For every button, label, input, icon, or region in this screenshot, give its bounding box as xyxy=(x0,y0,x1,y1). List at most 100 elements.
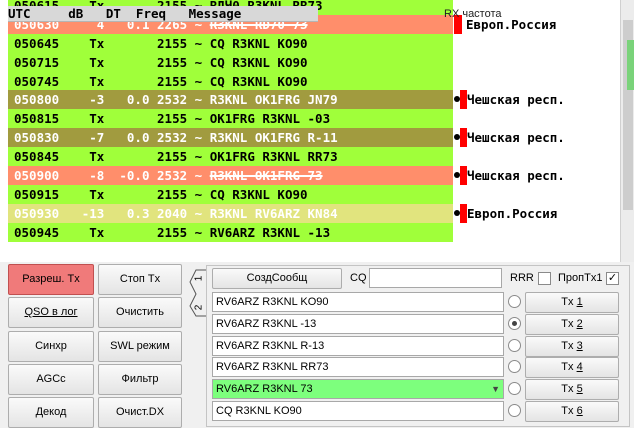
decode-db: Tx xyxy=(81,35,105,51)
tx4-button[interactable]: Tx 4 xyxy=(525,357,619,378)
tx4-radio[interactable] xyxy=(508,360,521,373)
tx-message-text: RV6ARZ R3KNL -13 xyxy=(216,318,317,330)
decode-db: Tx xyxy=(81,186,105,202)
decode-button[interactable]: Декод xyxy=(8,397,94,428)
tx5-message-field[interactable]: RV6ARZ R3KNL 73 ▼ xyxy=(212,379,504,399)
decode-list[interactable]: 050615 Tx 2155 ~ RДЧ0 R3KNL RR73050630 4… xyxy=(8,0,620,242)
rrr-checkbox[interactable] xyxy=(538,272,551,285)
decode-row[interactable]: 050645 Tx 2155 ~ CQ R3KNL KO90 xyxy=(8,33,620,53)
tx-button-label: Tx xyxy=(561,383,577,395)
tx-message-text: RV6ARZ R3KNL RR73 xyxy=(216,361,329,373)
tab-2[interactable]: 2 xyxy=(193,305,204,311)
tx3-button[interactable]: Tx 3 xyxy=(525,336,619,357)
decode-row[interactable]: 050945 Tx 2155 ~ RV6ARZ R3KNL -13 xyxy=(8,222,620,242)
tx4-message-field[interactable]: RV6ARZ R3KNL RR73 xyxy=(212,357,504,377)
tx-message-text: RV6ARZ R3KNL 73 xyxy=(216,383,313,395)
decode-message: CQ R3KNL KO90 xyxy=(209,54,308,70)
tx5-radio[interactable] xyxy=(508,382,521,395)
tx-message-text: RV6ARZ R3KNL KO90 xyxy=(216,296,329,308)
decode-dt: 0.0 xyxy=(119,92,150,108)
decode-text: 050945 Tx 2155 ~ RV6ARZ R3KNL -13 xyxy=(8,222,453,242)
tx3-radio[interactable] xyxy=(508,339,521,352)
decode-dt xyxy=(119,149,149,164)
tx2-button[interactable]: Tx 2 xyxy=(525,314,619,335)
tx2-message-field[interactable]: RV6ARZ R3KNL -13 xyxy=(212,314,504,334)
decode-fields: 050900 xyxy=(14,168,60,184)
dropdown-arrow-icon[interactable]: ▼ xyxy=(491,380,500,398)
decode-row[interactable]: 050930 -13 0.3 2040 ~ R3KNL RV6ARZ KN84 Е… xyxy=(8,203,620,223)
cq-input[interactable] xyxy=(369,268,502,288)
tx-button-label: Tx xyxy=(561,318,577,330)
decode-fields: 050915 xyxy=(14,186,60,202)
country-label: Чешская респ. xyxy=(467,168,565,184)
stop-tx-button[interactable]: Стоп Tx xyxy=(98,264,182,295)
generate-messages-button[interactable]: СоздСообщ xyxy=(212,268,342,289)
decode-db: -8 xyxy=(81,168,105,184)
country-label: Европ.Россия xyxy=(467,205,558,221)
decode-dt xyxy=(119,55,149,70)
filter-button[interactable]: Фильтр xyxy=(98,364,182,395)
new-country-flag xyxy=(460,203,467,223)
decode-fields: 050830 xyxy=(14,130,60,146)
decode-row[interactable]: 050715 Tx 2155 ~ CQ R3KNL KO90 xyxy=(8,52,620,72)
decode-row[interactable]: 050915 Tx 2155 ~ CQ R3KNL KO90 xyxy=(8,184,620,204)
tx5-button[interactable]: Tx 5 xyxy=(525,379,619,400)
tx-button-label: Tx xyxy=(561,340,577,352)
tx3-message-field[interactable]: RV6ARZ R3KNL R-13 xyxy=(212,336,504,356)
decode-message: CQ R3KNL KO90 xyxy=(209,186,308,202)
tx6-message-field[interactable]: CQ R3KNL KO90 xyxy=(212,401,504,421)
decode-freq: 2155 xyxy=(157,149,188,165)
rrr-label: RRR xyxy=(510,272,534,284)
decode-text: 050915 Tx 2155 ~ CQ R3KNL KO90 xyxy=(8,184,453,204)
decode-dt: 0.3 xyxy=(119,205,150,221)
decode-freq: 2155 xyxy=(157,73,188,89)
decode-row[interactable]: 050815 Tx 2155 ~ OK1FRG R3KNL -03 xyxy=(8,109,620,129)
tx1-radio[interactable] xyxy=(508,295,521,308)
decode-row[interactable]: 050745 Tx 2155 ~ CQ R3KNL KO90 xyxy=(8,71,620,91)
decode-row[interactable]: 050900 -8 -0.0 2532 ~ R3KNL OK1FRG 73 Чеш… xyxy=(8,166,620,185)
country-label: Чешская респ. xyxy=(467,92,565,108)
enable-tx-button[interactable]: Разреш. Tx xyxy=(8,264,94,295)
new-country-flag xyxy=(460,90,467,110)
tx-button-number: 2 xyxy=(576,318,583,330)
tab-1[interactable]: 1 xyxy=(193,276,204,282)
cq-label: CQ xyxy=(350,272,367,284)
decode-dt xyxy=(119,111,149,126)
skip-tx1-checkbox[interactable]: ✓ xyxy=(606,272,619,285)
decode-message: R3KNL RV6ARZ KN84 xyxy=(209,205,338,221)
decode-text: 050745 Tx 2155 ~ CQ R3KNL KO90 xyxy=(8,71,453,91)
skip-tx1-label: ПропTx1 xyxy=(558,272,603,284)
agc-button[interactable]: AGCc xyxy=(8,364,94,395)
decode-freq: 2155 xyxy=(157,35,188,51)
log-qso-button[interactable]: QSO в лог xyxy=(8,297,94,328)
clear-dx-button[interactable]: Очист.DX xyxy=(98,397,182,428)
decode-text: 050830 -7 0.0 2532 ~ R3KNL OK1FRG R-11 xyxy=(8,128,453,148)
decode-dt xyxy=(119,74,149,89)
sync-button[interactable]: Синхр xyxy=(8,331,94,362)
tx1-message-field[interactable]: RV6ARZ R3KNL KO90 xyxy=(212,292,504,312)
decode-message: R3KNL OK1FRG R-11 xyxy=(209,130,338,146)
decode-freq: 2155 xyxy=(157,224,188,240)
decode-db: Tx xyxy=(81,54,105,70)
erase-button[interactable]: Очистить xyxy=(98,297,182,328)
decode-row[interactable]: 050845 Tx 2155 ~ OK1FRG R3KNL RR73 xyxy=(8,147,620,167)
decode-freq: 2532 xyxy=(157,168,188,184)
decode-freq: 2155 xyxy=(157,186,188,202)
decode-db: -3 xyxy=(81,92,105,108)
decode-fields: 050845 xyxy=(14,149,60,165)
tx6-radio[interactable] xyxy=(508,404,521,417)
tx1-button[interactable]: Tx 1 xyxy=(525,292,619,313)
tx-button-number: 4 xyxy=(576,361,583,373)
decode-text: 050715 Tx 2155 ~ CQ R3KNL KO90 xyxy=(8,52,453,72)
decode-message: CQ R3KNL KO90 xyxy=(209,35,308,51)
tx-button-number: 3 xyxy=(576,340,583,352)
tx-button-label: Tx xyxy=(561,296,577,308)
decode-row[interactable]: 050830 -7 0.0 2532 ~ R3KNL OK1FRG R-11 Че… xyxy=(8,128,620,148)
decode-text: 050930 -13 0.3 2040 ~ R3KNL RV6ARZ KN84 xyxy=(8,203,453,223)
decode-message: OK1FRG R3KNL RR73 xyxy=(209,149,338,165)
tx2-radio[interactable] xyxy=(508,317,521,330)
swl-mode-button[interactable]: SWL режим xyxy=(98,331,182,362)
tx-button-label: Tx xyxy=(561,405,577,417)
tx6-button[interactable]: Tx 6 xyxy=(525,401,619,422)
decode-row[interactable]: 050800 -3 0.0 2532 ~ R3KNL OK1FRG JN79 Че… xyxy=(8,90,620,110)
